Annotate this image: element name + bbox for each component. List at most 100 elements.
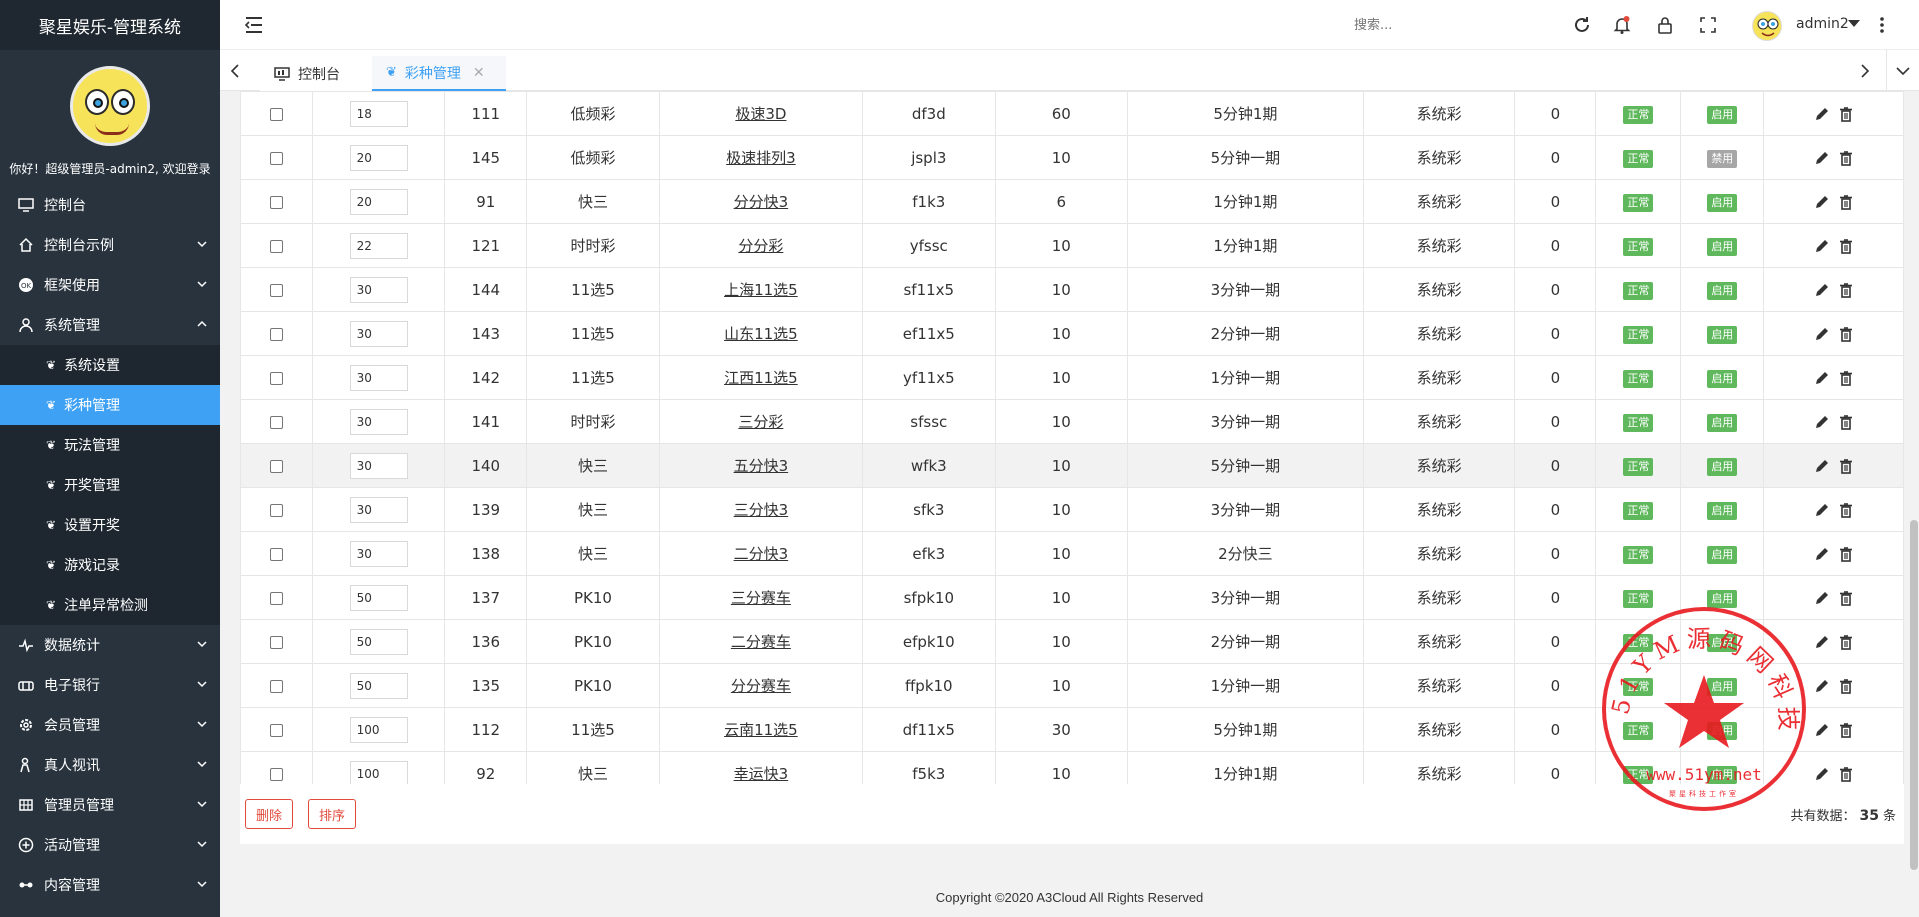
row-checkbox[interactable]	[269, 283, 283, 297]
edit-pencil-icon[interactable]	[1814, 458, 1830, 474]
delete-trash-icon[interactable]	[1838, 370, 1854, 386]
lottery-name-link[interactable]: 二分快3	[734, 545, 789, 563]
status-badge[interactable]: 正常	[1623, 457, 1654, 476]
delete-trash-icon[interactable]	[1838, 766, 1854, 782]
delete-trash-icon[interactable]	[1838, 634, 1854, 650]
tab-lottery-management[interactable]: ❦ 彩种管理 ✕	[372, 56, 506, 91]
row-checkbox[interactable]	[269, 415, 283, 429]
edit-pencil-icon[interactable]	[1814, 238, 1830, 254]
status-badge[interactable]: 正常	[1623, 633, 1654, 652]
sort-order-input[interactable]	[349, 144, 408, 171]
enabled-badge[interactable]: 启用	[1707, 193, 1738, 212]
sort-order-input[interactable]	[349, 540, 408, 567]
delete-trash-icon[interactable]	[1838, 678, 1854, 694]
menu-toggle-icon[interactable]	[244, 15, 264, 35]
status-badge[interactable]: 正常	[1623, 545, 1654, 564]
fullscreen-icon[interactable]	[1698, 15, 1718, 35]
tab-dashboard[interactable]: 控制台	[260, 56, 380, 91]
sort-order-input[interactable]	[349, 188, 408, 215]
tab-menu-chevron-down-icon[interactable]	[1886, 50, 1919, 91]
row-checkbox[interactable]	[269, 239, 283, 253]
sidebar-subitem-0[interactable]: ❦ 系统设置	[0, 345, 220, 385]
row-checkbox[interactable]	[269, 547, 283, 561]
delete-trash-icon[interactable]	[1838, 722, 1854, 738]
sort-order-input[interactable]	[349, 100, 408, 127]
caret-down-icon[interactable]	[1848, 20, 1860, 27]
lottery-name-link[interactable]: 三分快3	[734, 501, 789, 519]
delete-trash-icon[interactable]	[1838, 238, 1854, 254]
sort-order-input[interactable]	[349, 584, 408, 611]
row-checkbox[interactable]	[269, 327, 283, 341]
enabled-badge[interactable]: 启用	[1707, 369, 1738, 388]
sort-order-input[interactable]	[349, 496, 408, 523]
enabled-badge[interactable]: 启用	[1707, 721, 1738, 740]
row-checkbox[interactable]	[269, 591, 283, 605]
delete-trash-icon[interactable]	[1838, 546, 1854, 562]
delete-trash-icon[interactable]	[1838, 326, 1854, 342]
delete-trash-icon[interactable]	[1838, 106, 1854, 122]
enabled-badge[interactable]: 启用	[1707, 281, 1738, 300]
lottery-name-link[interactable]: 云南11选5	[724, 721, 798, 739]
lottery-name-link[interactable]: 分分彩	[738, 237, 783, 255]
status-badge[interactable]: 正常	[1623, 501, 1654, 520]
edit-pencil-icon[interactable]	[1814, 546, 1830, 562]
lottery-name-link[interactable]: 山东11选5	[724, 325, 798, 343]
sidebar-subitem-5[interactable]: ❦ 游戏记录	[0, 545, 220, 585]
status-badge[interactable]: 正常	[1623, 413, 1654, 432]
row-checkbox[interactable]	[269, 195, 283, 209]
lottery-name-link[interactable]: 极速排列3	[726, 149, 796, 167]
edit-pencil-icon[interactable]	[1814, 370, 1830, 386]
delete-trash-icon[interactable]	[1838, 194, 1854, 210]
sort-order-input[interactable]	[349, 716, 408, 743]
enabled-badge[interactable]: 启用	[1707, 677, 1738, 696]
delete-button[interactable]: 删除	[245, 799, 294, 829]
bell-icon[interactable]	[1612, 15, 1632, 35]
sidebar-item-5[interactable]: 电子银行	[0, 665, 220, 705]
edit-pencil-icon[interactable]	[1814, 722, 1830, 738]
row-checkbox[interactable]	[269, 459, 283, 473]
sidebar-item-2[interactable]: OK 框架使用	[0, 265, 220, 305]
lottery-name-link[interactable]: 幸运快3	[734, 765, 789, 783]
sort-order-input[interactable]	[349, 232, 408, 259]
edit-pencil-icon[interactable]	[1814, 766, 1830, 782]
sidebar-subitem-3[interactable]: ❦ 开奖管理	[0, 465, 220, 505]
row-checkbox[interactable]	[269, 767, 283, 781]
close-icon[interactable]: ✕	[473, 65, 485, 81]
edit-pencil-icon[interactable]	[1814, 502, 1830, 518]
lottery-name-link[interactable]: 分分赛车	[731, 677, 791, 695]
row-checkbox[interactable]	[269, 371, 283, 385]
sort-order-input[interactable]	[349, 452, 408, 479]
edit-pencil-icon[interactable]	[1814, 414, 1830, 430]
sidebar-subitem-4[interactable]: ❦ 设置开奖	[0, 505, 220, 545]
more-vertical-icon[interactable]	[1872, 15, 1892, 35]
sidebar-item-0[interactable]: 控制台	[0, 185, 220, 225]
lock-icon[interactable]	[1655, 15, 1675, 35]
enabled-badge[interactable]: 禁用	[1707, 149, 1738, 168]
sort-order-input[interactable]	[349, 760, 408, 787]
enabled-badge[interactable]: 启用	[1707, 633, 1738, 652]
sort-order-input[interactable]	[349, 672, 408, 699]
edit-pencil-icon[interactable]	[1814, 282, 1830, 298]
lottery-name-link[interactable]: 三分彩	[738, 413, 783, 431]
lottery-name-link[interactable]: 江西11选5	[724, 369, 798, 387]
status-badge[interactable]: 正常	[1623, 281, 1654, 300]
sidebar-subitem-6[interactable]: ❦ 注单异常检测	[0, 585, 220, 625]
status-badge[interactable]: 正常	[1623, 721, 1654, 740]
enabled-badge[interactable]: 启用	[1707, 545, 1738, 564]
edit-pencil-icon[interactable]	[1814, 678, 1830, 694]
avatar[interactable]	[70, 66, 150, 146]
status-badge[interactable]: 正常	[1623, 765, 1654, 784]
lottery-name-link[interactable]: 极速3D	[735, 105, 786, 123]
enabled-badge[interactable]: 启用	[1707, 501, 1738, 520]
sidebar-subitem-1[interactable]: ❦ 彩种管理	[0, 385, 220, 425]
status-badge[interactable]: 正常	[1623, 325, 1654, 344]
tab-scroll-left-icon[interactable]	[220, 50, 250, 91]
sort-order-input[interactable]	[349, 276, 408, 303]
enabled-badge[interactable]: 启用	[1707, 237, 1738, 256]
delete-trash-icon[interactable]	[1838, 282, 1854, 298]
sort-button[interactable]: 排序	[308, 799, 357, 829]
sidebar-item-10[interactable]: 内容管理	[0, 865, 220, 905]
sort-order-input[interactable]	[349, 628, 408, 655]
lottery-name-link[interactable]: 二分赛车	[731, 633, 791, 651]
edit-pencil-icon[interactable]	[1814, 326, 1830, 342]
